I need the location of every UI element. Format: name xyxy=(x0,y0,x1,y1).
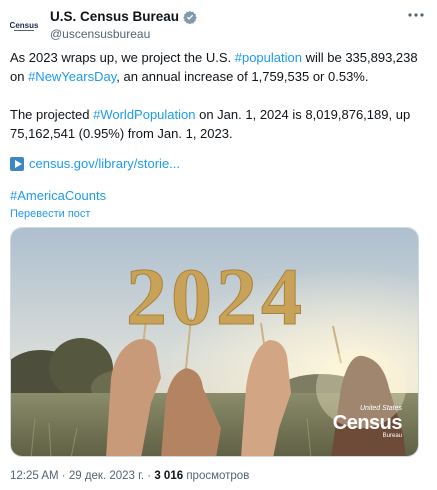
tweet-card: Census U.S. Census Bureau @uscensusburea… xyxy=(0,0,437,490)
more-options-icon[interactable] xyxy=(407,8,425,24)
separator: · xyxy=(144,470,155,482)
text-segment: will be 335,893,238 xyxy=(301,50,418,65)
translate-post-link[interactable]: Перевести пост xyxy=(10,207,427,221)
hashtag-americacounts[interactable]: #AmericaCounts xyxy=(10,188,106,203)
logo-main-text: Census xyxy=(332,412,403,434)
text-segment: The projected xyxy=(10,107,94,122)
tweet-media-image[interactable]: 2024 United States Census Bureau xyxy=(10,227,419,457)
tweet-line-1: As 2023 wraps up, we project the U.S. #p… xyxy=(10,48,427,67)
verified-badge-icon xyxy=(183,10,197,24)
year-2024-text: 2024 xyxy=(126,251,306,342)
tweet-time[interactable]: 12:25 AM xyxy=(10,470,59,482)
text-segment: on Jan. 1, 2024 is 8,019,876,189, up xyxy=(195,107,411,122)
play-icon xyxy=(10,156,24,171)
logo-bottom-text: Bureau xyxy=(382,433,402,439)
separator: · xyxy=(58,470,69,482)
tweet-line-4: 75,162,541 (0.95%) from Jan. 1, 2023. xyxy=(10,126,233,141)
text-segment: As 2023 wraps up, we project the U.S. xyxy=(10,50,235,65)
author-names: U.S. Census Bureau @uscensusbureau xyxy=(50,8,197,42)
story-link-row[interactable]: census.gov/library/storie... xyxy=(10,154,427,173)
author-display-name[interactable]: U.S. Census Bureau xyxy=(50,8,179,25)
tweet-footer: 12:25 AM · 29 дек. 2023 г. · 3 016 просм… xyxy=(10,468,249,484)
tweet-date[interactable]: 29 дек. 2023 г. xyxy=(69,470,144,482)
hashtag-population[interactable]: #population xyxy=(235,50,302,65)
hashtag-newyearsday[interactable]: #NewYearsDay xyxy=(28,69,116,84)
story-link[interactable]: census.gov/library/storie... xyxy=(29,154,180,173)
views-label: просмотров xyxy=(183,470,250,482)
author-handle[interactable]: @uscensusbureau xyxy=(50,26,197,42)
tweet-header: Census U.S. Census Bureau @uscensusburea… xyxy=(10,6,427,42)
avatar-logo-text: Census xyxy=(10,21,38,30)
avatar[interactable]: Census xyxy=(10,10,38,38)
text-segment: on xyxy=(10,69,29,84)
text-segment: , an annual increase of 1,759,535 or 0.5… xyxy=(116,69,369,84)
tweet-line-3: The projected #WorldPopulation on Jan. 1… xyxy=(10,105,427,124)
views-count: 3 016 xyxy=(154,470,184,482)
tweet-text: As 2023 wraps up, we project the U.S. #p… xyxy=(10,48,427,221)
tweet-line-2: on #NewYearsDay, an annual increase of 1… xyxy=(10,67,427,86)
hashtag-row: #AmericaCounts xyxy=(10,186,427,205)
census-logo: United States Census Bureau xyxy=(332,405,403,440)
hashtag-worldpopulation[interactable]: #WorldPopulation xyxy=(93,107,195,122)
